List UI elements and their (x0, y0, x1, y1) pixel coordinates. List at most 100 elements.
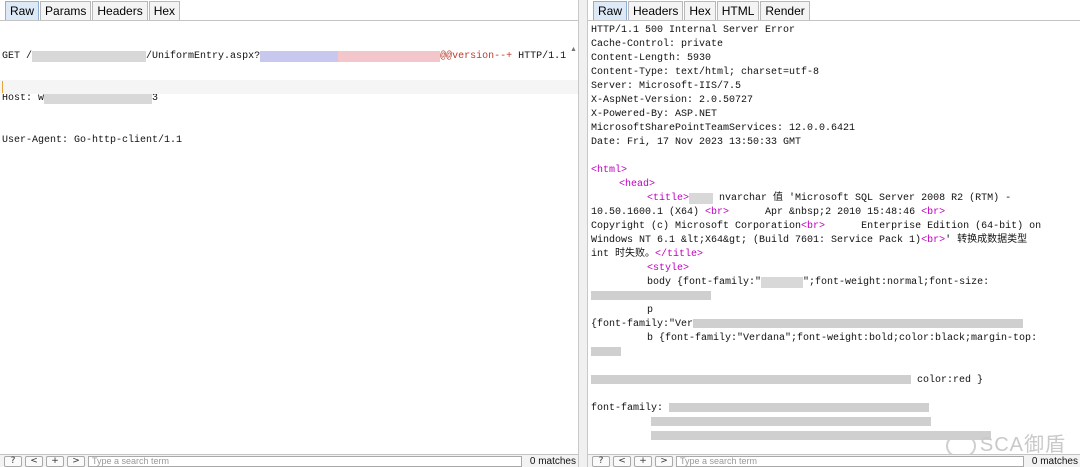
title-line-5: int 时失败。</title> (591, 248, 1080, 262)
redacted-block (651, 430, 991, 440)
title-text-8: int 时失败。 (591, 249, 656, 260)
head-tag: <head> (619, 179, 656, 190)
redacted-block (693, 318, 1024, 328)
title-text-6: Windows NT 6.1 &lt;X64&gt; (Build 7601: … (591, 235, 922, 246)
request-method: GET / (2, 51, 33, 62)
redacted-host-path: xxxxxxxxxxxxxxxxxxx (32, 51, 147, 62)
response-tab-raw[interactable]: Raw (593, 1, 628, 20)
watermark-text: SCA御盾 (979, 434, 1066, 454)
request-search-bar: ? < + > Type a search term 0 matches (0, 454, 578, 467)
response-tab-hex[interactable]: Hex (684, 1, 716, 20)
response-text: HTTP/1.1 500 Internal Server Error Cache… (588, 22, 1080, 444)
title-text-1: nvarchar 值 'Microsoft SQL Server 2008 R2… (713, 193, 1012, 204)
add-button[interactable]: + (46, 455, 64, 467)
host-label: Host: w (2, 93, 45, 104)
next-button[interactable]: > (655, 455, 673, 467)
request-text: GET /xxxxxxxxxxxxxxxxxxx/UniformEntry.as… (0, 22, 578, 176)
html-open-line: <html> (591, 164, 1080, 178)
help-button[interactable]: ? (592, 455, 610, 467)
response-tab-headers[interactable]: Headers (628, 1, 684, 20)
title-text-5: Enterprise Edition (64-bit) on (825, 221, 1042, 232)
br-tag: <br> (705, 207, 730, 218)
style-open-line: <style> (591, 262, 1080, 276)
header-aspnet-version: X-AspNet-Version: 2.0.50727 (591, 95, 754, 106)
redacted-block (591, 374, 911, 384)
br-tag: <br> (801, 221, 826, 232)
previous-button[interactable]: < (613, 455, 631, 467)
match-count: 0 matches (529, 455, 576, 467)
css-font-line: font-family: (591, 402, 1080, 416)
pane-splitter[interactable] (578, 0, 588, 467)
header-content-type: Content-Type: text/html; charset=utf-8 (591, 67, 820, 78)
header-content-length: Content-Length: 5930 (591, 53, 712, 64)
redacted-block (591, 346, 621, 356)
request-payload: @@version--+ (440, 51, 513, 62)
response-pane: Raw Headers Hex HTML Render HTTP/1.1 500… (588, 0, 1080, 467)
head-open-line: <head> (591, 178, 1080, 192)
request-editor[interactable]: GET /xxxxxxxxxxxxxxxxxxx/UniformEntry.as… (0, 22, 578, 454)
response-tabs: Raw Headers Hex HTML Render (588, 0, 1080, 21)
title-text-4: Copyright (c) Microsoft Corporation (591, 221, 802, 232)
redacted-title-start: xxxx (689, 193, 714, 204)
redacted-param-pink: xxxxxxxxxxxxxxxxx (338, 51, 441, 62)
css-body-line: body {font-family:"xxxxxxx";font-weight:… (591, 276, 1080, 290)
response-tab-render[interactable]: Render (760, 1, 810, 20)
watermark: SCA御盾 (945, 428, 1066, 454)
css-red-line: color:red } (591, 374, 1080, 388)
request-tabs: Raw Params Headers Hex (0, 0, 578, 21)
title-line-2: 10.50.1600.1 (X64) <br> Apr &nbsp;2 2010… (591, 206, 1080, 220)
redacted-css: xxxxxxx (761, 277, 804, 288)
status-line: HTTP/1.1 500 Internal Server Error (591, 25, 796, 36)
css-body-rule: body {font-family:" (647, 277, 762, 288)
blurred-line-4 (591, 388, 1080, 402)
request-tab-raw[interactable]: Raw (5, 1, 40, 20)
style-tag: <style> (647, 263, 690, 274)
br-tag: <br> (921, 235, 946, 246)
text-caret (2, 81, 3, 93)
header-sharepoint: MicrosoftSharePointTeamServices: 12.0.0.… (591, 123, 856, 134)
response-search-bar: ? < + > Type a search term 0 matches (588, 454, 1080, 467)
redacted-block (651, 416, 931, 426)
request-pane: Raw Params Headers Hex GET /xxxxxxxxxxxx… (0, 0, 578, 467)
css-b-line: b {font-family:"Verdana";font-weight:bol… (647, 333, 1038, 344)
title-line-1: <title>xxxx nvarchar 值 'Microsoft SQL Se… (591, 192, 1080, 206)
css-p-rule: {font-family:"Ver (591, 319, 694, 330)
css-red-rule: color:red } (917, 375, 984, 386)
active-line-highlight (0, 80, 578, 94)
response-tab-html[interactable]: HTML (716, 1, 760, 20)
title-tag: <title> (647, 193, 690, 204)
css-p2-line: {font-family:"Ver (591, 318, 1080, 332)
title-close-tag: </title> (655, 249, 704, 260)
host-tail: 3 (152, 93, 159, 104)
css-font-rule: font-family: (591, 403, 664, 414)
search-input[interactable]: Type a search term (676, 455, 1024, 467)
request-tab-headers[interactable]: Headers (92, 1, 148, 20)
blurred-line-1 (591, 290, 1080, 304)
css-body-rule-tail: ";font-weight:normal;font-size: (803, 277, 990, 288)
previous-button[interactable]: < (25, 455, 43, 467)
title-line-3: Copyright (c) Microsoft Corporation<br> … (591, 220, 1080, 234)
html-tag: <html> (591, 165, 628, 176)
request-line: GET /xxxxxxxxxxxxxxxxxxx/UniformEntry.as… (2, 50, 578, 64)
scroll-up-arrow[interactable]: ▲ (570, 46, 577, 56)
header-server: Server: Microsoft-IIS/7.5 (591, 81, 742, 92)
help-button[interactable]: ? (4, 455, 22, 467)
request-tab-hex[interactable]: Hex (148, 1, 181, 20)
title-text-2: 10.50.1600.1 (X64) (591, 207, 706, 218)
add-button[interactable]: + (634, 455, 652, 467)
wechat-icon (945, 434, 976, 454)
request-tab-params[interactable]: Params (40, 1, 92, 20)
blurred-line-3 (591, 360, 1080, 374)
search-input[interactable]: Type a search term (88, 455, 522, 467)
header-date: Date: Fri, 17 Nov 2023 13:50:33 GMT (591, 137, 802, 148)
redacted-block (669, 402, 930, 412)
response-editor[interactable]: HTTP/1.1 500 Internal Server Error Cache… (588, 22, 1080, 454)
br-tag: <br> (921, 207, 946, 218)
css-p-line: p (647, 305, 654, 316)
request-path: /UniformEntry.aspx? (146, 51, 261, 62)
header-powered-by: X-Powered-By: ASP.NET (591, 109, 718, 120)
next-button[interactable]: > (67, 455, 85, 467)
redacted-block (591, 290, 711, 300)
header-cache-control: Cache-Control: private (591, 39, 724, 50)
